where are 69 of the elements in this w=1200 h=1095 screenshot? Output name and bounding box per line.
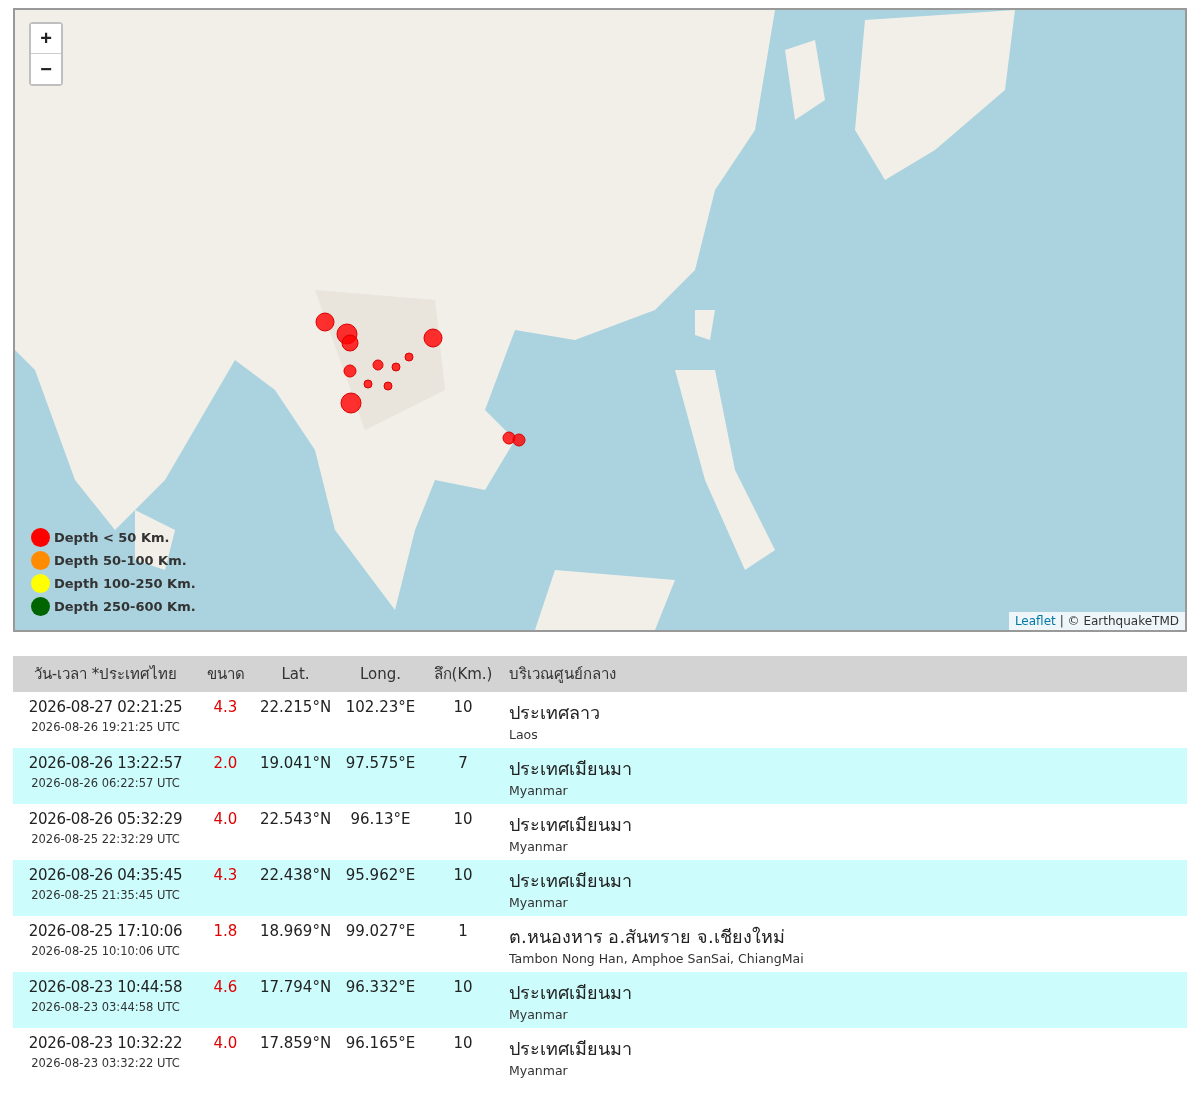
column-header: ขนาด: [205, 664, 246, 685]
local-time: 2026-08-26 05:32:29: [28, 810, 183, 828]
region-thai: ประเทศเมียนมา: [509, 1037, 633, 1061]
region-english: Myanmar: [509, 1007, 569, 1022]
region-english: Myanmar: [509, 783, 569, 798]
latitude-cell-text: 22.215°N: [258, 698, 333, 718]
local-time: 2026-08-26 13:22:57: [28, 754, 183, 772]
magnitude-cell-text: 4.3: [212, 698, 239, 718]
depth-cell-text: 10: [452, 810, 474, 830]
latitude-cell-text: 22.438°N: [258, 866, 333, 886]
region-thai: ประเทศเมียนมา: [509, 869, 633, 893]
latitude-cell-text: 19.041°N: [258, 754, 333, 774]
column-header: บริเวณศูนย์กลาง: [508, 664, 617, 685]
local-time: 2026-08-23 10:44:58: [28, 978, 183, 996]
region-english: Myanmar: [509, 895, 569, 910]
region-thai: ประเทศลาว: [509, 701, 601, 725]
region-thai: ต.หนองหาร อ.สันทราย จ.เชียงใหม่: [509, 925, 786, 949]
region-thai: ประเทศเมียนมา: [509, 813, 633, 837]
utc-time: 2026-08-23 03:32:22 UTC: [31, 1056, 180, 1070]
magnitude-cell-text: 4.6: [212, 978, 239, 998]
depth-cell-text: 1: [457, 922, 469, 942]
longitude-cell-text: 96.332°E: [344, 978, 417, 998]
latitude-cell-text: 22.543°N: [258, 810, 333, 830]
longitude-cell-text: 102.23°E: [344, 698, 417, 718]
zoom-in-button[interactable]: +: [31, 24, 61, 54]
region-english: Myanmar: [509, 839, 569, 854]
depth-cell-text: 10: [452, 1034, 474, 1054]
column-header: วัน-เวลา *ประเทศไทย: [32, 664, 179, 685]
longitude-cell-text: 97.575°E: [344, 754, 417, 774]
utc-time: 2026-08-25 22:32:29 UTC: [31, 832, 180, 846]
longitude-cell-text: 96.13°E: [349, 810, 412, 830]
attribution-text: | © EarthquakeTMD: [1059, 614, 1179, 628]
region-english: Tambon Nong Han, Amphoe SanSai, ChiangMai: [509, 951, 805, 966]
region-thai: ประเทศเมียนมา: [509, 757, 633, 781]
longitude-cell-text: 95.962°E: [344, 866, 417, 886]
depth-cell-text: 10: [452, 698, 474, 718]
region-thai: ประเทศเมียนมา: [509, 981, 633, 1005]
utc-time: 2026-08-26 19:21:25 UTC: [31, 720, 180, 734]
local-time: 2026-08-26 04:35:45: [28, 866, 183, 884]
longitude-cell-text: 99.027°E: [344, 922, 417, 942]
legend-label: Depth 100-250 Km.: [54, 576, 196, 591]
local-time: 2026-08-23 10:32:22: [28, 1034, 183, 1052]
leaflet-link[interactable]: Leaflet: [1014, 614, 1056, 628]
column-header: Lat.: [280, 665, 311, 683]
local-time: 2026-08-27 02:21:25: [28, 698, 183, 716]
utc-time: 2026-08-25 21:35:45 UTC: [31, 888, 180, 902]
legend-label: Depth 250-600 Km.: [54, 599, 196, 614]
depth-cell-text: 7: [457, 754, 469, 774]
utc-time: 2026-08-26 06:22:57 UTC: [31, 776, 180, 790]
region-english: Laos: [509, 727, 539, 742]
utc-time: 2026-08-23 03:44:58 UTC: [31, 1000, 180, 1014]
magnitude-cell-text: 2.0: [212, 754, 239, 774]
depth-cell-text: 10: [452, 866, 474, 886]
utc-time: 2026-08-25 10:10:06 UTC: [31, 944, 180, 958]
column-header: Long.: [358, 665, 403, 683]
latitude-cell-text: 17.859°N: [258, 1034, 333, 1054]
region-english: Myanmar: [509, 1063, 569, 1078]
magnitude-cell-text: 4.0: [212, 1034, 239, 1054]
legend-label: Depth < 50 Km.: [54, 530, 170, 545]
latitude-cell-text: 17.794°N: [258, 978, 333, 998]
column-header: ลึก(Km.): [432, 664, 494, 685]
magnitude-cell-text: 4.3: [212, 866, 239, 886]
magnitude-cell-text: 1.8: [212, 922, 239, 942]
depth-cell-text: 10: [452, 978, 474, 998]
longitude-cell-text: 96.165°E: [344, 1034, 417, 1054]
local-time: 2026-08-25 17:10:06: [28, 922, 183, 940]
magnitude-cell-text: 4.0: [212, 810, 239, 830]
legend-label: Depth 50-100 Km.: [54, 553, 187, 568]
latitude-cell-text: 18.969°N: [258, 922, 333, 942]
